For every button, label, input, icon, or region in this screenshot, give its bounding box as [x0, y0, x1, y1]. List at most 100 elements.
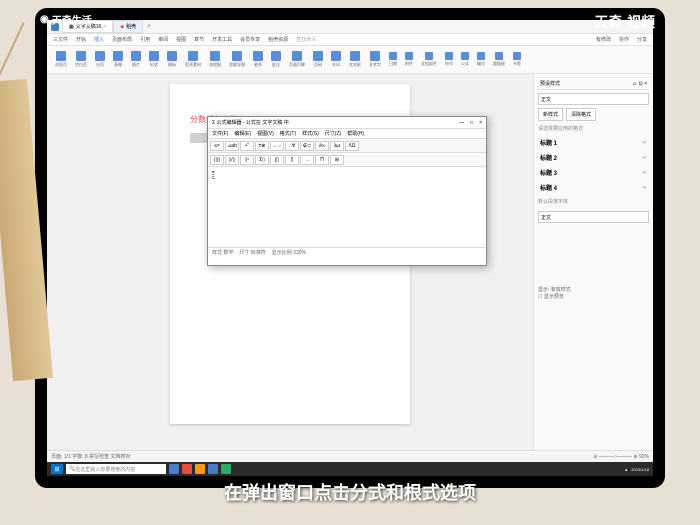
- menu-help[interactable]: 帮助(H): [347, 130, 364, 137]
- document-area[interactable]: 分数线怎么打 Σ 公式编辑器 - 公式在 文字文稿 中 — □ × 文件(F) …: [47, 74, 533, 462]
- tab-member[interactable]: 会员专享: [240, 36, 260, 43]
- close-icon[interactable]: ×: [103, 24, 106, 30]
- date-button[interactable]: 日期: [387, 52, 399, 67]
- arrow-template-icon[interactable]: →: [300, 155, 314, 165]
- icon-button[interactable]: 图标: [165, 51, 179, 68]
- tab-view[interactable]: 视图: [176, 36, 186, 43]
- minimize-icon[interactable]: —: [459, 120, 464, 126]
- tab-review[interactable]: 审阅: [158, 36, 168, 43]
- textbox-button[interactable]: 文本框: [347, 51, 363, 68]
- body-style-input[interactable]: [538, 211, 649, 223]
- wordart-button[interactable]: 艺术字: [367, 51, 383, 68]
- tab-docer[interactable]: 稻壳资源: [268, 36, 288, 43]
- menu-view[interactable]: 视图(V): [257, 130, 274, 137]
- integral-icon[interactable]: ∫▯: [270, 155, 284, 165]
- tray-icon[interactable]: ▲: [624, 467, 628, 472]
- ribbon-collab[interactable]: 协作: [619, 36, 629, 43]
- set-icon[interactable]: ∉⊂: [300, 141, 314, 151]
- more-button[interactable]: 更多: [251, 51, 265, 68]
- ribbon-changes[interactable]: 有修改: [596, 36, 611, 43]
- pin-icon[interactable]: ⊡: [638, 81, 642, 87]
- page-break-button[interactable]: 分页: [93, 51, 107, 68]
- ribbon-share[interactable]: 分享: [637, 36, 647, 43]
- task-icon[interactable]: [195, 464, 205, 474]
- style-heading3[interactable]: 标题 3↵: [538, 165, 649, 180]
- misc-icon[interactable]: ∂∞: [315, 141, 329, 151]
- clear-format-button[interactable]: 清除格式: [566, 108, 596, 121]
- tab-dev[interactable]: 开发工具: [212, 36, 232, 43]
- docer-tab[interactable]: ◆ 稻壳: [113, 20, 143, 33]
- hyperlink-button[interactable]: 超链接: [491, 52, 507, 67]
- tab-layout[interactable]: 页面布局: [112, 36, 132, 43]
- system-tray[interactable]: ▲ 2023/1/18: [624, 467, 649, 472]
- style-heading1[interactable]: 标题 1↵: [538, 135, 649, 150]
- task-icon[interactable]: [182, 464, 192, 474]
- tab-chapter[interactable]: 章节: [194, 36, 204, 43]
- arrow-icon[interactable]: →⇔: [270, 141, 284, 151]
- comment-button[interactable]: 批注: [269, 51, 283, 68]
- symbol-button[interactable]: 符号: [443, 52, 455, 67]
- cover-button[interactable]: 封面页: [53, 51, 69, 68]
- watermark-button[interactable]: 水印: [329, 51, 343, 68]
- prime-icon[interactable]: •″: [240, 141, 254, 151]
- show-dropdown[interactable]: 显示: 有效样式: [538, 286, 649, 293]
- zoom-control[interactable]: ⊖ ———○——— ⊕ 92%: [593, 454, 649, 460]
- tab-insert[interactable]: 插入: [94, 36, 104, 43]
- style-heading2[interactable]: 标题 2↵: [538, 150, 649, 165]
- fraction-radical-icon[interactable]: ▯/▯: [225, 155, 239, 165]
- watermark-top-left: ◉ 天奇生活: [40, 12, 92, 27]
- task-icon[interactable]: [208, 464, 218, 474]
- mindmap-button[interactable]: 思维导图: [227, 51, 247, 68]
- tab-start[interactable]: 开始: [76, 36, 86, 43]
- matrix-icon[interactable]: ⊞: [330, 155, 344, 165]
- close-icon[interactable]: ×: [644, 81, 647, 87]
- menu-size[interactable]: 尺寸(Z): [325, 130, 341, 137]
- preview-checkbox[interactable]: ☐ 显示预览: [538, 293, 649, 300]
- logic-icon[interactable]: ∴∀: [285, 141, 299, 151]
- menu-format[interactable]: 格式(T): [280, 130, 296, 137]
- greek-upper-icon[interactable]: ΛΩ: [345, 141, 359, 151]
- bookmark-button[interactable]: 书签: [511, 52, 523, 67]
- equation-edit-area[interactable]: [208, 167, 486, 247]
- start-button[interactable]: ⊞: [51, 464, 63, 474]
- subscript-icon[interactable]: ▯ⁿ: [240, 155, 254, 165]
- search-input[interactable]: 🔍 在这里输入你要搜索的内容: [66, 464, 166, 474]
- dialog-titlebar[interactable]: Σ 公式编辑器 - 公式在 文字文稿 中 — □ ×: [208, 117, 486, 129]
- product-icon[interactable]: Π: [315, 155, 329, 165]
- style-name-input[interactable]: [538, 93, 649, 105]
- style-heading4[interactable]: 标题 4↵: [538, 180, 649, 195]
- greek-lower-icon[interactable]: λω: [330, 141, 344, 151]
- new-style-button[interactable]: 新样式: [538, 108, 563, 121]
- picture-button[interactable]: 图片: [129, 51, 143, 68]
- blank-page-button[interactable]: 空白页: [73, 51, 89, 68]
- number-button[interactable]: 编号: [475, 52, 487, 67]
- tab-reference[interactable]: 引用: [140, 36, 150, 43]
- bar-icon[interactable]: ▯̄: [285, 155, 299, 165]
- relation-icon[interactable]: ≤≠: [210, 141, 224, 151]
- pagenum-button[interactable]: 页码: [311, 51, 325, 68]
- sum-icon[interactable]: Σ▯: [255, 155, 269, 165]
- menu-edit[interactable]: 编辑(E): [234, 130, 251, 137]
- feedback-icon[interactable]: ☺: [632, 81, 637, 87]
- attach-button[interactable]: 附件: [403, 52, 415, 67]
- new-tab-button[interactable]: +: [143, 24, 155, 30]
- operator-icon[interactable]: ±⊗: [255, 141, 269, 151]
- parts-button[interactable]: 文档部件: [419, 52, 439, 67]
- menu-file[interactable]: 文件(F): [212, 130, 228, 137]
- screen: ▦ 文字文稿16 × ◆ 稻壳 + 三文件 开始 插入 页面布局 引用 审阅 视…: [47, 20, 653, 476]
- close-icon[interactable]: ×: [479, 120, 482, 126]
- material-button[interactable]: 稻壳素材: [183, 51, 203, 68]
- task-icon[interactable]: [221, 464, 231, 474]
- file-menu[interactable]: 三文件: [53, 36, 68, 43]
- menu-style[interactable]: 样式(S): [302, 130, 319, 137]
- shape-button[interactable]: 形状: [147, 51, 161, 68]
- fence-icon[interactable]: (▯): [210, 155, 224, 165]
- space-icon[interactable]: ⊿ab: [225, 141, 239, 151]
- flowchart-button[interactable]: 流程图: [207, 51, 223, 68]
- maximize-icon[interactable]: □: [470, 120, 473, 126]
- table-button[interactable]: 表格: [111, 51, 125, 68]
- task-icon[interactable]: [169, 464, 179, 474]
- search-cmd[interactable]: 查找命令: [296, 36, 316, 43]
- header-footer-button[interactable]: 页眉页脚: [287, 51, 307, 68]
- equation-button[interactable]: 公式: [459, 52, 471, 67]
